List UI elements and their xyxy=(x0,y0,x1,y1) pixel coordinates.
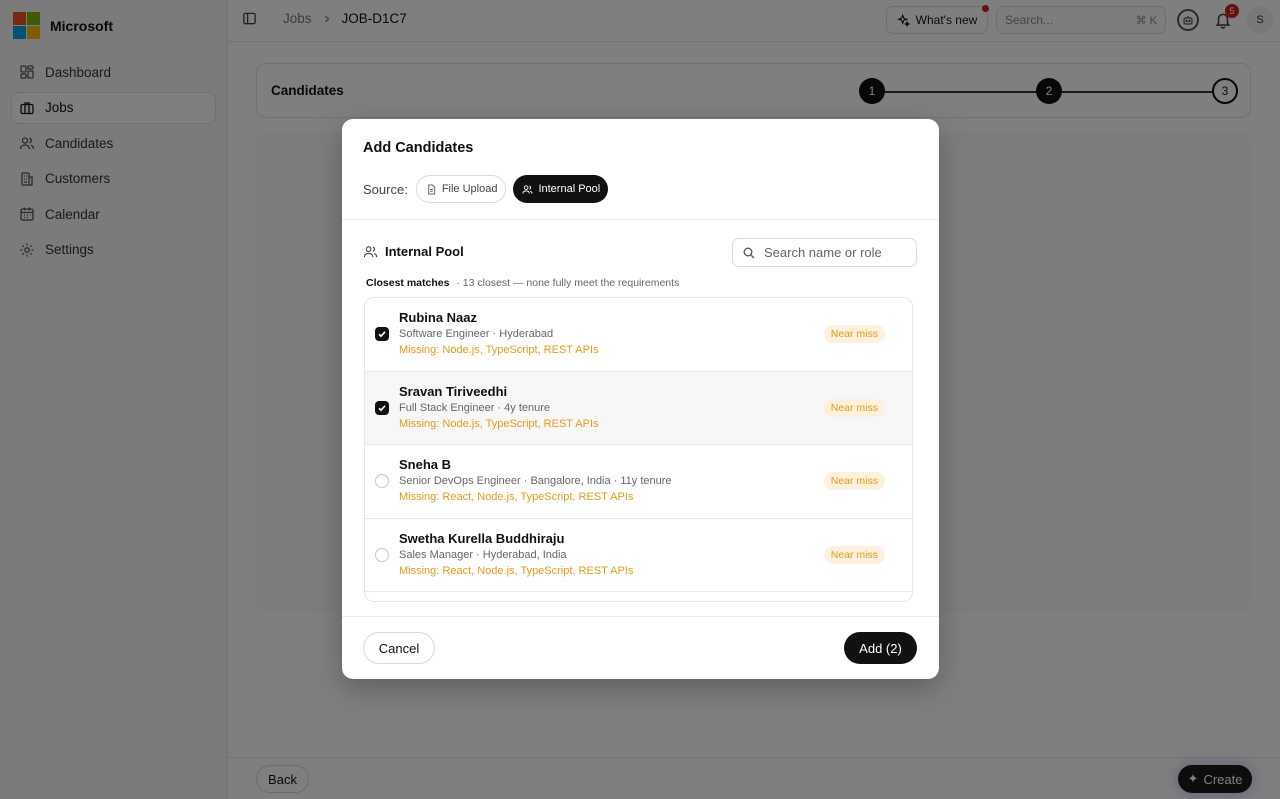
matches-note: · 13 closest — none fully meet the requi… xyxy=(456,277,680,289)
candidate-meta: Full Stack Engineer · 4y tenure xyxy=(399,401,551,414)
matches-summary: Closest matches · 13 closest — none full… xyxy=(366,277,679,289)
list-item[interactable]: Rubina Naaz Software Engineer · Hyderaba… xyxy=(365,298,912,372)
source-option-label: File Upload xyxy=(441,183,498,195)
candidate-missing-skills: Missing: React, Node.js, TypeScript, RES… xyxy=(399,564,634,577)
candidate-missing-skills: Missing: Node.js, TypeScript, REST APIs xyxy=(399,417,599,430)
add-candidates-button[interactable]: Add (2) xyxy=(844,632,917,664)
candidate-name: Sneha B xyxy=(399,457,452,472)
candidate-name: Rubina Naaz xyxy=(399,310,478,325)
add-candidates-dialog: Add Candidates Source: File Upload Inter… xyxy=(342,119,939,679)
candidate-meta: Senior DevOps Engineer · Bangalore, Indi… xyxy=(399,475,672,487)
source-option-label: Internal Pool xyxy=(538,183,601,195)
source-internal-pool-button[interactable]: Internal Pool xyxy=(513,175,609,203)
candidate-checkbox-unchecked[interactable] xyxy=(375,474,389,488)
divider xyxy=(342,219,939,220)
divider xyxy=(342,616,939,617)
candidate-checkbox-unchecked[interactable] xyxy=(375,547,389,562)
status-badge: Near miss xyxy=(823,398,885,417)
internal-pool-title: Internal Pool xyxy=(385,244,464,259)
candidate-checkbox-checked[interactable] xyxy=(375,400,389,415)
check-icon xyxy=(378,331,386,338)
source-label: Source: xyxy=(363,181,408,197)
candidate-search-input[interactable] xyxy=(764,245,904,260)
candidate-name: Sravan Tiriveedhi xyxy=(399,383,508,399)
list-item[interactable]: Swetha Kurella Buddhiraju Sales Manager … xyxy=(365,518,912,592)
candidate-meta: Software Engineer · Hyderabad xyxy=(399,328,554,340)
candidate-missing-skills: Missing: React, Node.js, TypeScript, RES… xyxy=(399,491,634,503)
candidate-list: Rubina Naaz Software Engineer · Hyderaba… xyxy=(364,297,913,602)
list-item[interactable]: Sneha B Senior DevOps Engineer · Bangalo… xyxy=(365,445,912,519)
candidate-missing-skills: Missing: Node.js, TypeScript, REST APIs xyxy=(399,344,599,356)
source-selector: Source: File Upload Internal Pool xyxy=(363,175,609,203)
users-icon xyxy=(363,246,378,258)
cancel-button[interactable]: Cancel xyxy=(363,632,435,664)
status-badge: Near miss xyxy=(823,325,885,343)
candidate-meta: Sales Manager · Hyderabad, India xyxy=(399,548,567,561)
source-file-upload-button[interactable]: File Upload xyxy=(415,175,507,203)
search-icon xyxy=(743,247,755,258)
candidate-name: Swetha Kurella Buddhiraju xyxy=(399,530,565,546)
list-item[interactable]: Sravan Tiriveedhi Full Stack Engineer · … xyxy=(365,371,912,445)
candidate-search-field[interactable] xyxy=(732,238,917,267)
status-badge: Near miss xyxy=(823,472,885,490)
matches-label: Closest matches xyxy=(366,277,450,289)
file-icon xyxy=(428,183,435,195)
list-item[interactable] xyxy=(365,592,912,601)
candidate-checkbox-checked[interactable] xyxy=(375,327,389,341)
users-icon xyxy=(522,184,533,194)
internal-pool-heading: Internal Pool xyxy=(363,244,464,259)
check-icon xyxy=(378,404,386,411)
status-badge: Near miss xyxy=(823,545,885,564)
dialog-title: Add Candidates xyxy=(363,140,474,156)
